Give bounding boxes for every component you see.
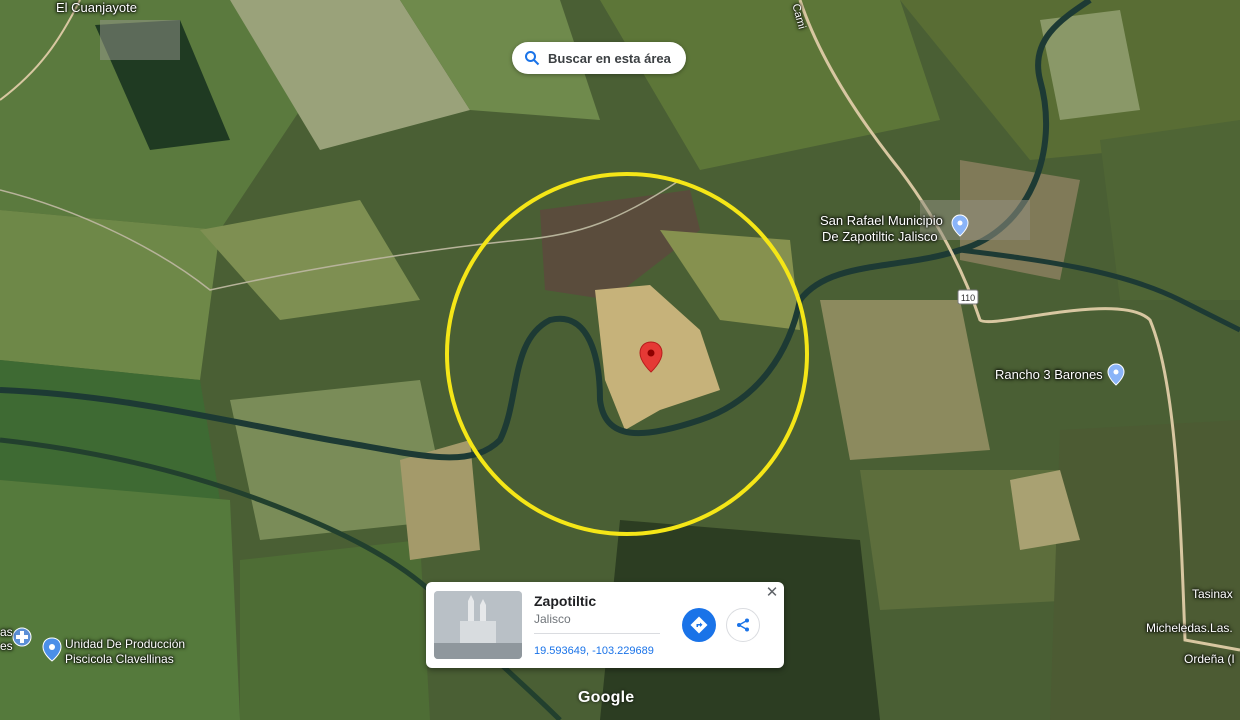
place-label-san-rafael-2[interactable]: De Zapotiltic Jalisco <box>822 229 938 245</box>
search-this-area-button[interactable]: Buscar en esta área <box>512 42 686 74</box>
place-title: Zapotiltic <box>534 593 597 609</box>
search-icon <box>525 51 540 66</box>
place-subtitle: Jalisco <box>534 612 571 626</box>
share-button[interactable] <box>726 608 760 642</box>
google-logo: Google <box>578 689 635 706</box>
directions-icon <box>690 616 708 634</box>
place-label-ordena[interactable]: Ordeña (I <box>1184 651 1235 667</box>
search-this-area-label: Buscar en esta área <box>548 50 671 66</box>
place-label-tasinax[interactable]: Tasinax <box>1192 586 1233 602</box>
place-label-micheledas[interactable]: Micheledas.Las. <box>1146 620 1233 636</box>
hospital-icon[interactable] <box>12 627 32 647</box>
place-coordinates[interactable]: 19.593649, -103.229689 <box>534 645 654 657</box>
place-label-rancho-3-barones[interactable]: Rancho 3 Barones <box>995 367 1103 383</box>
svg-text:110: 110 <box>961 293 975 303</box>
place-label-san-rafael-1[interactable]: San Rafael Municipio <box>820 213 943 229</box>
directions-button[interactable] <box>682 608 716 642</box>
close-button[interactable]: ✕ <box>764 585 780 601</box>
place-photo[interactable] <box>434 591 522 659</box>
place-card[interactable]: Zapotiltic Jalisco 19.593649, -103.22968… <box>426 582 784 668</box>
place-label-unidad-1[interactable]: Unidad De Producción <box>65 636 185 652</box>
place-label-left-partial-2: es <box>0 639 13 653</box>
divider <box>534 633 660 634</box>
share-icon <box>737 618 749 632</box>
place-label-unidad-2[interactable]: Piscicola Clavellinas <box>65 651 174 667</box>
highway-shield-110: 110 <box>957 289 979 305</box>
place-label-el-cuanjayote[interactable]: El Cuanjayote <box>56 0 137 16</box>
